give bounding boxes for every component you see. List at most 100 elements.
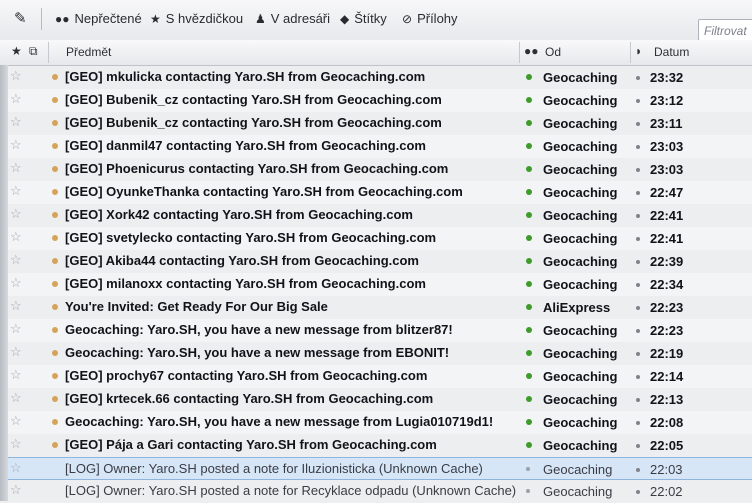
message-from: AliExpress [543,300,611,315]
filter-input[interactable]: Filtrovat [698,19,752,41]
message-row[interactable]: ☆ Geocaching: Yaro.SH, you have a new mes… [8,342,752,365]
star-toggle-icon[interactable]: ☆ [10,482,22,498]
star-toggle-icon[interactable]: ☆ [10,413,22,429]
read-status-icon[interactable] [526,97,532,103]
filter-starred-button[interactable]: ★ S hvězdičkou [150,11,243,26]
message-row[interactable]: ☆ [GEO] Pája a Gari contacting Yaro.SH fr… [8,434,752,457]
read-status-icon[interactable] [526,489,530,493]
read-status-icon[interactable] [526,166,532,172]
message-row[interactable]: ☆ [LOG] Owner: Yaro.SH posted a note for … [8,457,752,480]
read-status-icon[interactable] [526,467,530,471]
thread-dot-icon [52,143,58,149]
junk-status-icon[interactable] [636,398,640,402]
thread-dot-icon [52,419,58,425]
junk-status-icon[interactable] [636,329,640,333]
junk-status-icon[interactable] [636,214,640,218]
junk-status-icon[interactable] [636,191,640,195]
thread-dot-icon [52,304,58,310]
star-toggle-icon[interactable]: ☆ [10,460,22,476]
star-toggle-icon[interactable]: ☆ [10,229,22,245]
read-status-icon[interactable] [526,143,532,149]
thread-dot-icon [52,396,58,402]
star-toggle-icon[interactable]: ☆ [10,367,22,383]
message-row[interactable]: ☆ [GEO] Phoenicurus contacting Yaro.SH fr… [8,158,752,181]
message-row[interactable]: ☆ [GEO] OyunkeThanka contacting Yaro.SH f… [8,181,752,204]
junk-status-icon[interactable] [636,468,640,472]
filter-attachments-button[interactable]: ⊘ Přílohy [402,11,458,26]
column-date[interactable]: Datum [654,45,689,59]
message-row[interactable]: ☆ You're Invited: Get Ready For Our Big S… [8,296,752,319]
message-row[interactable]: ☆ [GEO] prochy67 contacting Yaro.SH from … [8,365,752,388]
star-toggle-icon[interactable]: ☆ [10,344,22,360]
junk-status-icon[interactable] [636,352,640,356]
junk-status-icon[interactable] [636,99,640,103]
read-status-icon[interactable] [526,281,532,287]
column-header: ★ ⧉ Předmět ●● Od ◗ Datum [0,40,752,66]
read-status-icon[interactable] [526,212,532,218]
junk-status-icon[interactable] [636,168,640,172]
filter-unread-button[interactable]: ●● Nepřečtené [55,11,142,26]
read-column-icon[interactable]: ●● [524,44,539,58]
message-row[interactable]: ☆ [GEO] milanoxx contacting Yaro.SH from … [8,273,752,296]
message-date: 22:41 [650,208,684,223]
junk-status-icon[interactable] [636,260,640,264]
star-toggle-icon[interactable]: ☆ [10,298,22,314]
star-toggle-icon[interactable]: ☆ [10,160,22,176]
contact-icon: ♟ [255,12,266,26]
pin-icon[interactable]: ✎ [14,9,27,27]
star-toggle-icon[interactable]: ☆ [10,114,22,130]
star-toggle-icon[interactable]: ☆ [10,390,22,406]
message-row[interactable]: ☆ Geocaching: Yaro.SH, you have a new mes… [8,319,752,342]
star-toggle-icon[interactable]: ☆ [10,68,22,84]
column-subject[interactable]: Předmět [66,45,111,59]
star-toggle-icon[interactable]: ☆ [10,137,22,153]
filter-tags-button[interactable]: ◆ Štítky [340,11,387,26]
star-toggle-icon[interactable]: ☆ [10,91,22,107]
junk-status-icon[interactable] [636,490,640,494]
message-row[interactable]: ☆ [GEO] Xork42 contacting Yaro.SH from Ge… [8,204,752,227]
message-row[interactable]: ☆ [GEO] svetylecko contacting Yaro.SH fro… [8,227,752,250]
junk-status-icon[interactable] [636,444,640,448]
read-status-icon[interactable] [526,74,532,80]
junk-status-icon[interactable] [636,145,640,149]
junk-status-icon[interactable] [636,375,640,379]
read-status-icon[interactable] [526,304,532,310]
read-status-icon[interactable] [526,189,532,195]
message-row[interactable]: ☆ [GEO] danmil47 contacting Yaro.SH from … [8,135,752,158]
read-status-icon[interactable] [526,235,532,241]
junk-status-icon[interactable] [636,122,640,126]
read-status-icon[interactable] [526,327,532,333]
attachment-column-icon[interactable]: ⧉ [29,44,38,59]
star-toggle-icon[interactable]: ☆ [10,321,22,337]
read-status-icon[interactable] [526,350,532,356]
read-status-icon[interactable] [526,396,532,402]
message-row[interactable]: ☆ [GEO] mkulicka contacting Yaro.SH from … [8,66,752,89]
junk-status-icon[interactable] [636,283,640,287]
read-status-icon[interactable] [526,258,532,264]
star-toggle-icon[interactable]: ☆ [10,436,22,452]
star-toggle-icon[interactable]: ☆ [10,275,22,291]
star-column-icon[interactable]: ★ [11,44,22,58]
column-from[interactable]: Od [545,45,561,59]
read-status-icon[interactable] [526,120,532,126]
message-row[interactable]: ☆ [GEO] Bubenik_cz contacting Yaro.SH fro… [8,112,752,135]
junk-status-icon[interactable] [636,421,640,425]
message-row[interactable]: ☆ Geocaching: Yaro.SH, you have a new mes… [8,411,752,434]
message-row[interactable]: ☆ [GEO] Akiba44 contacting Yaro.SH from G… [8,250,752,273]
star-toggle-icon[interactable]: ☆ [10,206,22,222]
message-row[interactable]: ☆ [LOG] Owner: Yaro.SH posted a note for … [8,480,752,503]
thread-dot-icon [52,166,58,172]
message-row[interactable]: ☆ [GEO] Bubenik_cz contacting Yaro.SH fro… [8,89,752,112]
junk-status-icon[interactable] [636,237,640,241]
message-date: 22:47 [650,185,684,200]
read-status-icon[interactable] [526,373,532,379]
read-status-icon[interactable] [526,442,532,448]
star-toggle-icon[interactable]: ☆ [10,183,22,199]
junk-column-icon[interactable]: ◗ [635,44,642,58]
filter-contact-button[interactable]: ♟ V adresáři [255,11,330,26]
read-status-icon[interactable] [526,419,532,425]
junk-status-icon[interactable] [636,306,640,310]
message-row[interactable]: ☆ [GEO] krtecek.66 contacting Yaro.SH fro… [8,388,752,411]
junk-status-icon[interactable] [636,76,640,80]
star-toggle-icon[interactable]: ☆ [10,252,22,268]
